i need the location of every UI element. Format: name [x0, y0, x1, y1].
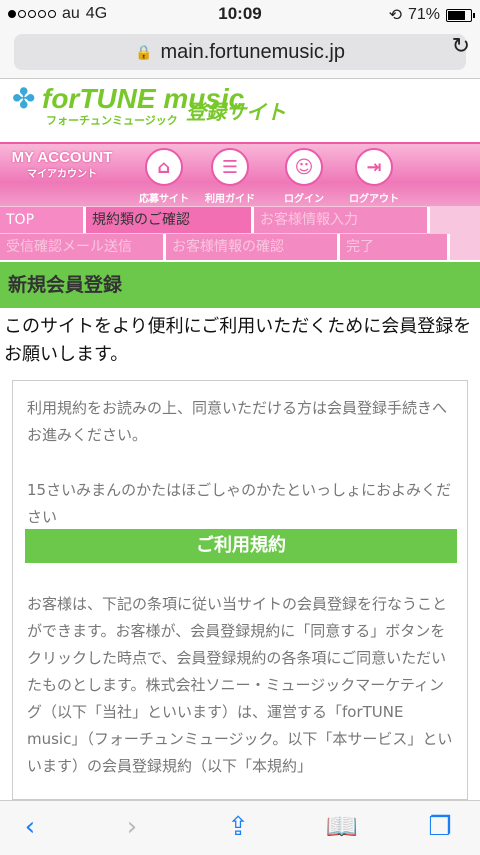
browser-toolbar: ‹ › ⇪ 📖 ❐ [0, 800, 480, 855]
clover-icon: ✤ [12, 82, 36, 115]
main-nav: MY ACCOUNT マイアカウント ⌂ 応募サイト ☰ 利用ガイド ☺ ログイ… [0, 142, 480, 208]
site-header: ✤ forTUNE music フォーチュンミュージック 登録サイト [0, 80, 480, 142]
terms-box[interactable]: 利用規約をお読みの上、同意いただける方は会員登録手続きへお進みください。 15さ… [12, 380, 468, 800]
nav-item-logout[interactable]: ⇥ ログアウト [340, 148, 408, 205]
document-icon: ☰ [211, 148, 249, 186]
address-bar: 🔒 main.fortunemusic.jp ↻ [0, 28, 480, 79]
battery-percent: 71% [407, 6, 440, 23]
step-mail-sent: 受信確認メール送信 [0, 234, 166, 260]
registration-steps: TOP 規約類のご確認 お客様情報入力 受信確認メール送信 お客様情報の確認 完… [0, 206, 480, 260]
status-bar: au 4G 10:09 ⟲ 71% [0, 0, 480, 28]
user-icon: ☺ [285, 148, 323, 186]
page-title: 新規会員登録 [0, 262, 480, 308]
battery-icon [446, 8, 475, 22]
orientation-lock-icon: ⟲ [388, 7, 402, 24]
home-icon: ⌂ [145, 148, 183, 186]
step-info-input: お客様情報入力 [254, 207, 430, 233]
step-terms: 規約類のご確認 [86, 207, 254, 233]
intro-text: このサイトをより便利にご利用いただくために会員登録をお願いします。 [4, 316, 472, 365]
terms-body: お客様は、下記の条項に従い当サイトの会員登録を行なうことができます。お客様が、会… [27, 595, 453, 775]
my-account-link[interactable]: MY ACCOUNT マイアカウント [4, 150, 120, 182]
back-icon[interactable]: ‹ [10, 809, 50, 845]
url-text: main.fortunemusic.jp [160, 40, 345, 63]
site-title: 登録サイト [186, 100, 286, 124]
terms-heading-button: ご利用規約 [25, 529, 457, 563]
nav-item-guide[interactable]: ☰ 利用ガイド [196, 148, 264, 205]
terms-instructions: 利用規約をお読みの上、同意いただける方は会員登録手続きへお進みください。 [27, 399, 448, 444]
nav-item-apply[interactable]: ⌂ 応募サイト [130, 148, 198, 205]
logout-icon: ⇥ [355, 148, 393, 186]
lock-icon: 🔒 [135, 43, 153, 60]
tabs-icon[interactable]: ❐ [420, 809, 460, 845]
nav-item-login[interactable]: ☺ ログイン [270, 148, 338, 205]
terms-kids-note: 15さいみまんのかたはほごしゃのかたといっしょにおよみください [27, 481, 452, 526]
step-complete: 完了 [340, 234, 450, 260]
reload-icon[interactable]: ↻ [452, 34, 470, 59]
step-top[interactable]: TOP [0, 207, 86, 233]
url-field[interactable]: 🔒 main.fortunemusic.jp [14, 34, 466, 70]
step-info-confirm: お客様情報の確認 [166, 234, 340, 260]
logo-subtitle: フォーチュンミュージック [46, 114, 178, 127]
share-icon[interactable]: ⇪ [218, 809, 258, 845]
forward-icon[interactable]: › [112, 809, 152, 845]
bookmarks-icon[interactable]: 📖 [322, 809, 362, 845]
